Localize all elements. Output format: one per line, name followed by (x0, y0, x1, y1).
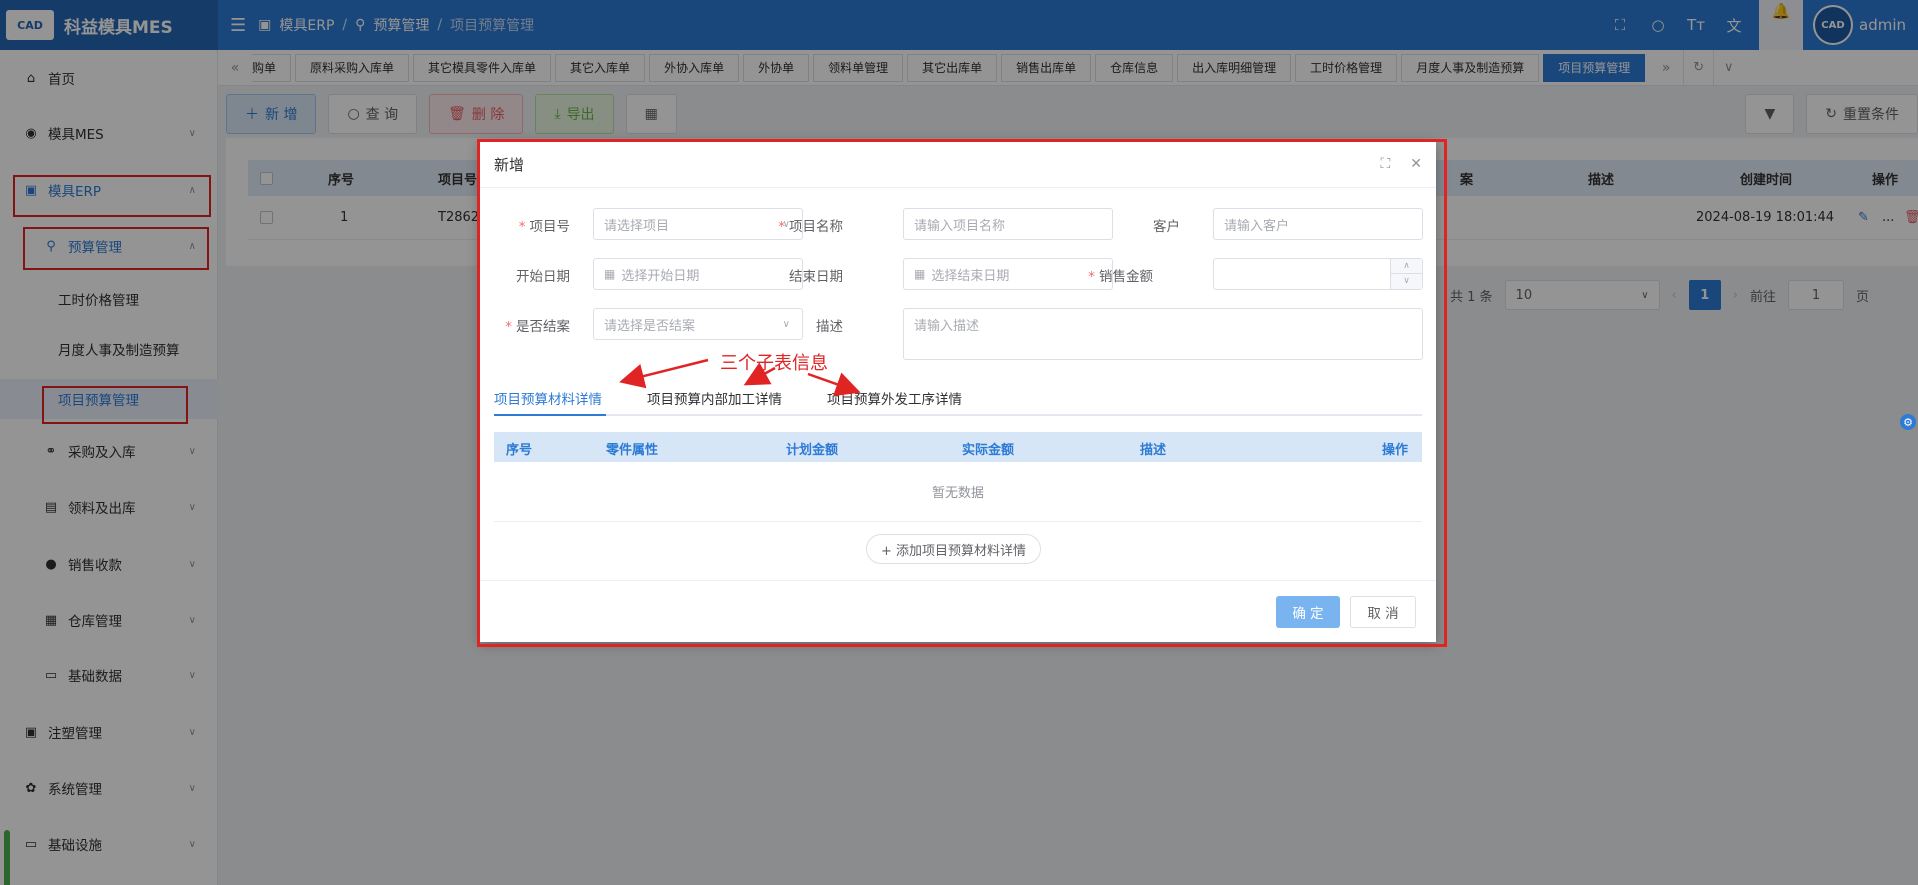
annotation-text: 三个子表信息 (720, 353, 828, 374)
settings-gear-icon[interactable]: ⚙ (1900, 414, 1916, 430)
highlight-dialog (477, 139, 1447, 647)
